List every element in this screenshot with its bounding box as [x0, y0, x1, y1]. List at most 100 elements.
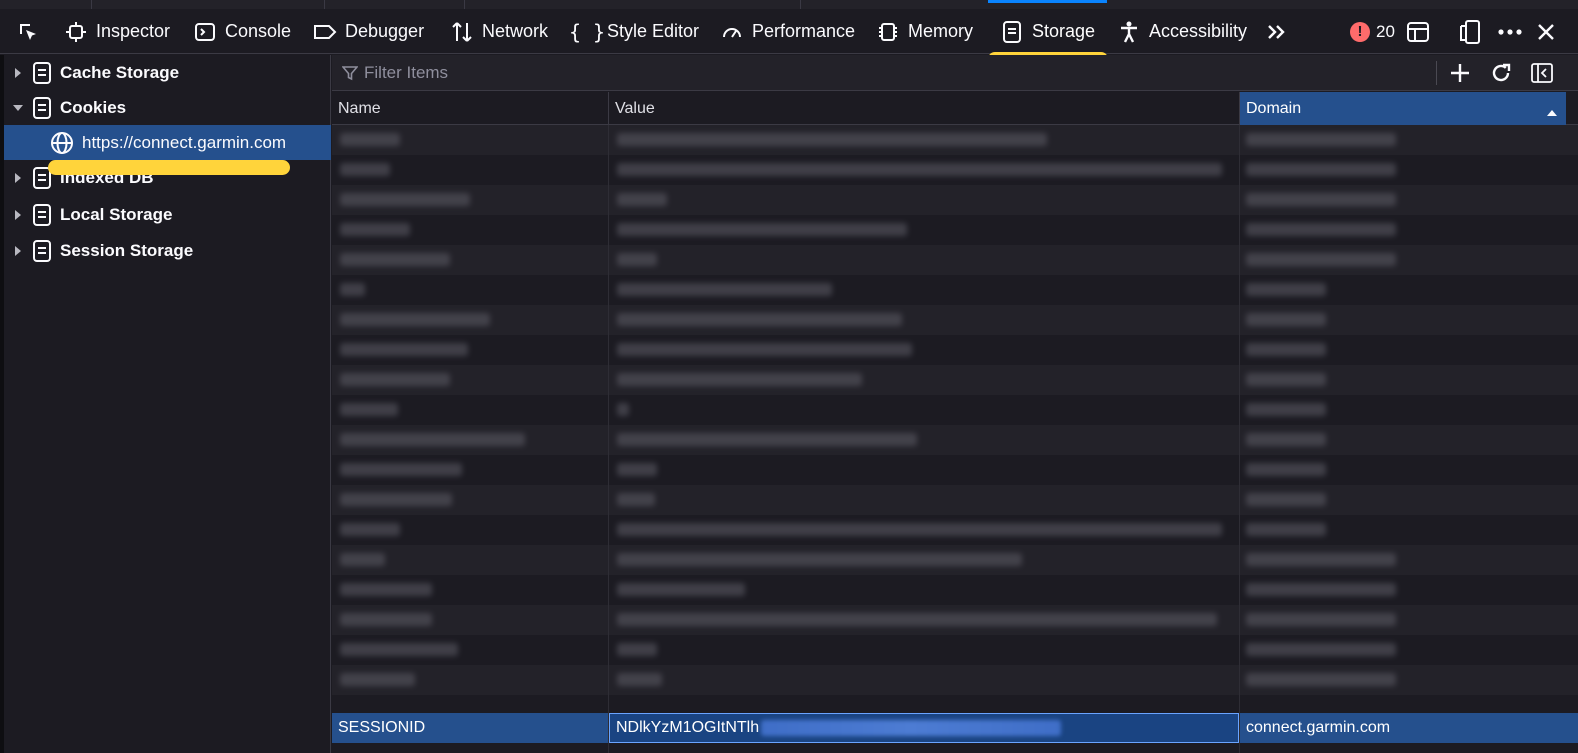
table-row[interactable] [332, 545, 1578, 575]
tab-label: Performance [752, 21, 856, 41]
blurred-cell [1246, 163, 1396, 176]
tab-accessibility[interactable]: Accessibility [1117, 9, 1247, 54]
blurred-cell [617, 163, 1222, 176]
sidebar-item-label: Session Storage [60, 240, 194, 260]
database-icon [32, 96, 52, 120]
table-row[interactable] [332, 365, 1578, 395]
cell-value-editor[interactable]: NDlkYzM1OGItNTlh [609, 713, 1239, 743]
table-row[interactable] [332, 275, 1578, 305]
style-editor-icon: { } [568, 19, 606, 44]
tab-console[interactable]: Console [193, 9, 291, 54]
tab-label: Network [482, 21, 549, 41]
table-row[interactable] [332, 515, 1578, 545]
redacted-value [761, 720, 1062, 736]
filter-toolbar: Filter Items [332, 55, 1578, 91]
column-header-domain[interactable]: Domain [1240, 92, 1566, 125]
column-header-label: Name [338, 99, 381, 117]
sidebar-item-label: https://connect.garmin.com [82, 132, 287, 152]
blurred-cell [340, 283, 365, 296]
blurred-cell [617, 583, 745, 596]
tab-label: Memory [908, 21, 974, 41]
sidebar-item-cookies[interactable]: Cookies [4, 90, 331, 125]
tab-network[interactable]: Network [450, 9, 548, 54]
blurred-cell [340, 583, 432, 596]
blurred-cell [617, 193, 667, 206]
refresh-icon[interactable] [1486, 55, 1516, 91]
highlight-marker [48, 160, 290, 175]
add-item-icon[interactable] [1445, 55, 1475, 91]
filter-items-input[interactable]: Filter Items [342, 55, 448, 91]
browser-tab-strip [0, 0, 1578, 9]
table-row[interactable] [332, 635, 1578, 665]
collapse-arrow-icon[interactable] [12, 104, 24, 112]
blurred-cell [1246, 643, 1396, 656]
filter-icon [342, 66, 358, 81]
expand-arrow-icon[interactable] [12, 67, 24, 79]
tab-inspector[interactable]: Inspector [64, 9, 170, 54]
table-row[interactable] [332, 455, 1578, 485]
tab-debugger[interactable]: Debugger [313, 9, 424, 54]
blurred-cell [340, 553, 385, 566]
table-row[interactable] [332, 395, 1578, 425]
blurred-cell [617, 673, 662, 686]
blurred-cell [617, 343, 912, 356]
blurred-cell [617, 253, 657, 266]
expand-arrow-icon[interactable] [12, 209, 24, 221]
error-count-badge[interactable]: ! 20 [1350, 9, 1395, 54]
blurred-cell [617, 433, 917, 446]
close-icon[interactable] [1530, 9, 1562, 54]
network-icon [450, 20, 474, 44]
table-row[interactable] [332, 575, 1578, 605]
cell-domain[interactable]: connect.garmin.com [1240, 713, 1566, 743]
blurred-cell [340, 523, 400, 536]
sidebar-item-garmin-cookies[interactable]: https://connect.garmin.com [4, 125, 331, 160]
sidebar-item-local-storage[interactable]: Local Storage [4, 197, 331, 232]
table-row[interactable] [332, 605, 1578, 635]
blurred-cell [617, 553, 1022, 566]
tab-label: Accessibility [1149, 21, 1248, 41]
blurred-cell [1246, 613, 1396, 626]
tab-style-editor[interactable]: { } Style Editor [568, 9, 699, 54]
table-row[interactable] [332, 305, 1578, 335]
column-header-value[interactable]: Value [609, 92, 1239, 125]
blurred-cell [1246, 223, 1396, 236]
sidebar-item-cache-storage[interactable]: Cache Storage [4, 55, 331, 90]
table-row[interactable] [332, 125, 1578, 155]
tab-memory[interactable]: Memory [876, 9, 973, 54]
more-options-icon[interactable] [1494, 9, 1526, 54]
column-header-name[interactable]: Name [332, 92, 608, 125]
blurred-cell [1246, 253, 1396, 266]
table-row[interactable] [332, 185, 1578, 215]
blurred-cell [617, 613, 1217, 626]
database-icon [32, 61, 52, 85]
more-tools-chevron-icon[interactable] [1260, 9, 1292, 54]
table-row[interactable] [332, 425, 1578, 455]
table-row[interactable] [332, 665, 1578, 695]
blurred-cell [617, 373, 862, 386]
filter-placeholder: Filter Items [364, 63, 449, 82]
split-console-icon[interactable] [1402, 9, 1434, 54]
expand-arrow-icon[interactable] [12, 172, 24, 184]
column-header-label: Value [615, 99, 655, 117]
table-row[interactable] [332, 215, 1578, 245]
sidebar-item-session-storage[interactable]: Session Storage [4, 233, 331, 268]
debugger-icon [313, 20, 337, 44]
sidebar-item-label: Local Storage [60, 204, 173, 224]
tab-performance[interactable]: Performance [720, 9, 855, 54]
element-picker-icon[interactable] [12, 9, 44, 54]
expand-arrow-icon[interactable] [12, 245, 24, 257]
tab-storage[interactable]: Storage [987, 0, 1108, 54]
blurred-cell [1246, 343, 1326, 356]
responsive-design-icon[interactable] [1454, 9, 1486, 54]
table-row[interactable] [332, 335, 1578, 365]
toggle-sidebar-icon[interactable] [1527, 55, 1557, 91]
table-row-selected[interactable]: SESSIONID NDlkYzM1OGItNTlh connect.garmi… [332, 713, 1578, 743]
blurred-cell [340, 493, 452, 506]
tab-label: Storage [1032, 21, 1096, 41]
table-row[interactable] [332, 155, 1578, 185]
table-row[interactable] [332, 245, 1578, 275]
table-row[interactable] [332, 485, 1578, 515]
blurred-cell [617, 523, 1222, 536]
cell-name[interactable]: SESSIONID [332, 713, 608, 743]
blurred-cell [617, 133, 1047, 146]
